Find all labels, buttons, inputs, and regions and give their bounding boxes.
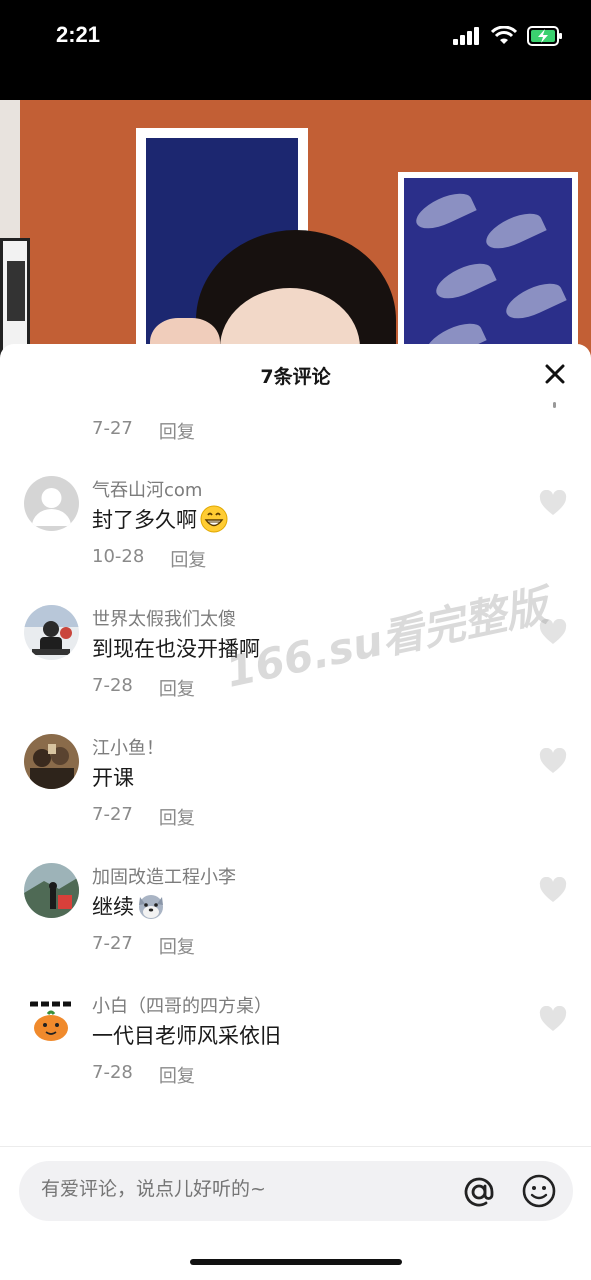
- comment-sheet-header: 7条评论: [0, 344, 591, 408]
- heart-icon[interactable]: [539, 490, 567, 516]
- comment-author[interactable]: 小白（四哥的四方桌）: [92, 992, 272, 1018]
- comment-date: 7-27: [92, 933, 133, 954]
- comment-meta: 7-27 回复: [92, 804, 195, 830]
- scroll-indicator: [553, 402, 556, 408]
- comment-author[interactable]: 加固改造工程小李: [92, 863, 236, 889]
- comment-date: 7-28: [92, 675, 133, 696]
- comment-meta: 10-28 回复: [92, 546, 206, 572]
- comment-text: 继续: [92, 895, 134, 919]
- comment-author[interactable]: 气吞山河com: [92, 476, 202, 502]
- video-frame-birds: [398, 172, 578, 360]
- emoji-icon[interactable]: [521, 1173, 557, 1209]
- close-icon[interactable]: [543, 362, 567, 386]
- comment-item: 加固改造工程小李 继续 7-27 回复: [0, 863, 591, 991]
- avatar[interactable]: [24, 476, 79, 531]
- comment-item: 小白（四哥的四方桌） 一代目老师风采依旧 7-28 回复: [0, 992, 591, 1120]
- input-divider: [0, 1146, 591, 1147]
- comment-sheet: 7条评论 7-27 回复 气吞山河com 封了多久啊 10-28 回复 世界太假…: [0, 344, 591, 1280]
- comment-date: 10-28: [92, 546, 145, 567]
- doge-emoji-icon: [139, 895, 163, 919]
- comment-date: 7-27: [92, 804, 133, 825]
- avatar[interactable]: [24, 863, 79, 918]
- comment-date: 7-27: [92, 418, 133, 439]
- status-bar: 2:21: [0, 0, 591, 100]
- comment-meta: 7-27 回复: [92, 933, 195, 959]
- battery-charging-icon: [527, 26, 562, 46]
- comment-text-row: 开课: [92, 762, 134, 792]
- reply-button[interactable]: 回复: [159, 675, 195, 701]
- comment-text-row: 一代目老师风采依旧: [92, 1020, 281, 1050]
- comment-input-bar: [19, 1161, 573, 1221]
- avatar[interactable]: [24, 992, 79, 1047]
- heart-icon[interactable]: [539, 748, 567, 774]
- comment-author[interactable]: 江小鱼！: [92, 734, 164, 760]
- comment-meta: 7-28 回复: [92, 1062, 195, 1088]
- video-player[interactable]: [0, 100, 591, 360]
- comment-text: 一代目老师风采依旧: [92, 1024, 281, 1048]
- home-indicator[interactable]: [190, 1259, 402, 1265]
- comment-text: 封了多久啊: [92, 508, 197, 532]
- avatar[interactable]: [24, 734, 79, 789]
- reply-button[interactable]: 回复: [170, 546, 206, 572]
- comment-item: 江小鱼！ 开课 7-27 回复: [0, 734, 591, 862]
- at-mention-icon[interactable]: [461, 1174, 497, 1210]
- comment-author[interactable]: 世界太假我们太傻: [92, 605, 236, 631]
- comment-date: 7-28: [92, 1062, 133, 1083]
- reply-button[interactable]: 回复: [159, 804, 195, 830]
- status-time: 2:21: [56, 22, 101, 47]
- wifi-icon: [491, 26, 517, 44]
- comment-text-row: 继续: [92, 891, 166, 921]
- status-icons: [453, 26, 563, 46]
- signal-icon: [453, 27, 479, 45]
- comment-text-row: 封了多久啊: [92, 504, 229, 534]
- heart-icon[interactable]: [539, 877, 567, 903]
- video-poster: [0, 238, 30, 358]
- avatar[interactable]: [24, 605, 79, 660]
- reply-button[interactable]: 回复: [159, 418, 195, 444]
- comment-input[interactable]: [41, 1178, 441, 1200]
- comment-meta: 7-28 回复: [92, 675, 195, 701]
- partial-comment-meta: 7-27 回复: [92, 418, 195, 444]
- comment-count-title: 7条评论: [260, 366, 331, 388]
- comment-text: 开课: [92, 766, 134, 790]
- reply-button[interactable]: 回复: [159, 933, 195, 959]
- heart-icon[interactable]: [539, 1006, 567, 1032]
- grin-emoji-icon: [200, 505, 228, 533]
- reply-button[interactable]: 回复: [159, 1062, 195, 1088]
